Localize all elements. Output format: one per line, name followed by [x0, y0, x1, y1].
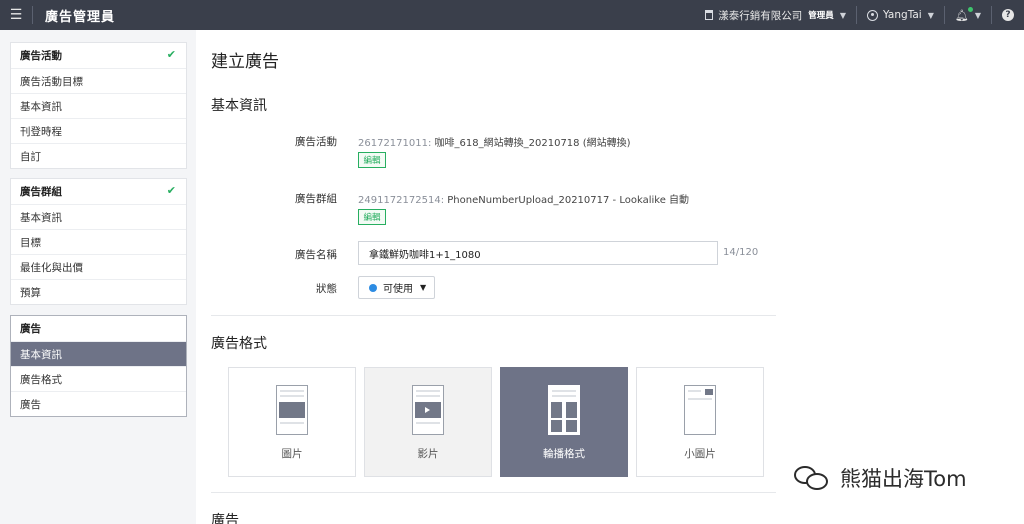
status-dot-icon [369, 283, 377, 292]
sidebar-adgroup-group: 廣告群組 ✔ 基本資訊 目標 最佳化與出價 預算 [10, 178, 187, 305]
format-card-small-image[interactable]: 小圖片 [636, 367, 764, 477]
notifications-button[interactable]: 🔔︎ ▼ [945, 0, 991, 30]
campaign-label: 廣告活動 [295, 136, 337, 148]
sidebar-item-ad-basic-info[interactable]: 基本資訊 [11, 341, 186, 366]
sidebar-item-label: 廣告格式 [20, 373, 62, 386]
building-icon [705, 10, 714, 20]
notification-dot [967, 6, 973, 12]
chevron-down-icon: ▼ [839, 10, 846, 20]
user-menu[interactable]: YangTai ▼ [857, 0, 944, 30]
adgroup-name: PhoneNumberUpload_20210717 - Lookalike 自… [447, 195, 690, 206]
adgroup-id: 2491172172514: [358, 195, 445, 206]
sidebar-item-ad[interactable]: 廣告 [11, 316, 186, 341]
edit-adgroup-button[interactable]: 編輯 [358, 209, 386, 225]
status-dropdown[interactable]: 可使用 ▼ [358, 276, 435, 299]
sidebar-item-label: 最佳化與出價 [20, 261, 83, 274]
app-title: 廣告管理員 [45, 9, 116, 25]
sidebar-item-label: 預算 [20, 286, 41, 299]
status-value: 可使用 [383, 284, 413, 295]
ad-name-input[interactable]: 拿鐵鮮奶咖啡1+1_1080 [358, 241, 718, 265]
section-title-basic-info: 基本資訊 [211, 98, 267, 114]
section-divider [211, 315, 776, 316]
ad-name-value: 拿鐵鮮奶咖啡1+1_1080 [369, 249, 481, 261]
format-card-image[interactable]: 圖片 [228, 367, 356, 477]
video-format-icon [412, 385, 444, 435]
sidebar-item-label: 基本資訊 [20, 100, 62, 113]
sidebar-item-custom[interactable]: 自訂 [11, 143, 186, 168]
user-icon [866, 9, 878, 21]
sidebar-item-label: 廣告 [20, 398, 41, 411]
sidebar-item-campaign-objective[interactable]: 廣告活動目標 [11, 68, 186, 93]
wechat-logo-icon [792, 464, 832, 492]
campaign-name: 咖啡_618_網站轉換_20210718 (網站轉換) [434, 138, 631, 149]
sidebar-item-label: 廣告 [20, 323, 41, 335]
format-card-video[interactable]: 影片 [364, 367, 492, 477]
sidebar-item-label: 刊登時程 [20, 125, 62, 138]
sidebar-item-label: 基本資訊 [20, 348, 62, 361]
sidebar-item-optimization-bidding[interactable]: 最佳化與出價 [11, 254, 186, 279]
sidebar-item-campaign-basic-info[interactable]: 基本資訊 [11, 93, 186, 118]
sidebar-ad-group: 廣告 基本資訊 廣告格式 廣告 [10, 315, 187, 417]
sidebar-item-label: 目標 [20, 236, 41, 249]
company-name: 漾泰行銷有限公司 [718, 9, 803, 22]
check-icon: ✔ [166, 48, 176, 61]
format-card-label: 影片 [417, 448, 439, 460]
image-format-icon [276, 385, 308, 435]
sidebar-item-budget[interactable]: 預算 [11, 279, 186, 304]
bell-icon: 🔔︎ [955, 6, 973, 22]
format-card-label: 圖片 [281, 448, 303, 460]
help-button[interactable]: ? [992, 0, 1024, 30]
role-badge: 管理員 [808, 11, 834, 21]
section-divider [211, 492, 776, 493]
main-panel: 建立廣告 基本資訊 廣告活動 26172171011: 咖啡_618_網站轉換_… [196, 30, 1024, 524]
format-card-label: 小圖片 [684, 448, 716, 460]
format-card-label: 輪播格式 [543, 448, 585, 460]
chevron-down-icon: ▼ [927, 10, 934, 20]
adgroup-label: 廣告群組 [295, 193, 337, 205]
sidebar-item-targeting[interactable]: 目標 [11, 229, 186, 254]
sidebar-item-schedule[interactable]: 刊登時程 [11, 118, 186, 143]
sidebar-campaign-group: 廣告活動 ✔ 廣告活動目標 基本資訊 刊登時程 自訂 [10, 42, 187, 169]
help-icon: ? [1002, 9, 1014, 21]
sidebar-item-ad-format[interactable]: 廣告格式 [11, 366, 186, 391]
character-counter: 14/120 [723, 247, 759, 258]
watermark: 熊猫出海Tom [792, 463, 967, 493]
hamburger-menu-icon[interactable]: ☰ [0, 0, 32, 30]
adgroup-value: 2491172172514: PhoneNumberUpload_2021071… [358, 191, 689, 206]
sidebar-item-adgroup[interactable]: 廣告群組 ✔ [11, 179, 186, 204]
status-label: 狀態 [316, 283, 337, 295]
sidebar-item-label: 廣告活動目標 [20, 75, 83, 88]
format-card-carousel[interactable]: 輪播格式 [500, 367, 628, 477]
sidebar-item-label: 自訂 [20, 150, 41, 163]
sidebar-item-campaign[interactable]: 廣告活動 ✔ [11, 43, 186, 68]
edit-campaign-button[interactable]: 編輯 [358, 152, 386, 168]
campaign-value: 26172171011: 咖啡_618_網站轉換_20210718 (網站轉換) [358, 134, 631, 149]
section-title-ad: 廣告 [211, 513, 239, 524]
watermark-text: 熊猫出海Tom [840, 467, 967, 491]
chevron-down-icon: ▼ [420, 283, 427, 292]
section-title-ad-format: 廣告格式 [211, 336, 267, 352]
account-switcher[interactable]: 漾泰行銷有限公司 管理員 ▼ [695, 0, 856, 30]
carousel-format-icon [548, 385, 580, 435]
sidebar-item-adgroup-basic-info[interactable]: 基本資訊 [11, 204, 186, 229]
small-image-format-icon [684, 385, 716, 435]
sidebar-item-label: 廣告活動 [20, 50, 62, 62]
user-name: YangTai [882, 9, 922, 21]
top-bar: ☰ 廣告管理員 漾泰行銷有限公司 管理員 ▼ YangTai ▼ 🔔︎ ▼ ? [0, 0, 1024, 30]
ad-name-label: 廣告名稱 [295, 249, 337, 261]
chevron-down-icon: ▼ [974, 10, 981, 20]
campaign-id: 26172171011: [358, 138, 432, 149]
sidebar-item-label: 廣告群組 [20, 186, 62, 198]
page-title: 建立廣告 [211, 52, 279, 72]
topbar-right: 漾泰行銷有限公司 管理員 ▼ YangTai ▼ 🔔︎ ▼ ? [695, 0, 1024, 30]
sidebar-item-ad-creative[interactable]: 廣告 [11, 391, 186, 416]
sidebar-item-label: 基本資訊 [20, 211, 62, 224]
check-icon: ✔ [166, 184, 176, 197]
